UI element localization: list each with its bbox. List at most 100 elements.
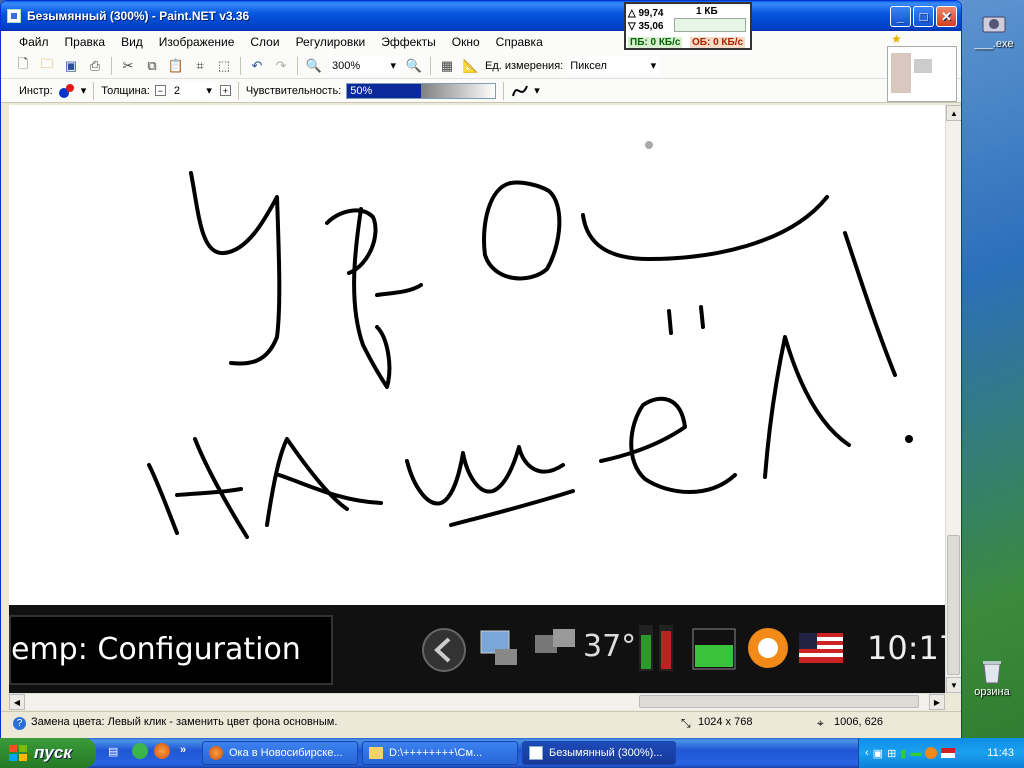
undo-icon[interactable]: ↶ <box>247 56 267 76</box>
cursor-position: 1006, 626 <box>834 716 883 728</box>
crop-icon[interactable]: ⌗ <box>190 56 210 76</box>
horizontal-scroll-thumb[interactable] <box>639 695 919 708</box>
open-folder-icon[interactable]: 🗀 <box>37 56 57 76</box>
redo-icon[interactable]: ↷ <box>271 56 291 76</box>
tool-label: Инстр: <box>19 84 53 97</box>
scroll-left-arrow[interactable]: ◀ <box>9 694 25 710</box>
desktop-icon-exe[interactable]: ___.exe <box>964 8 1024 50</box>
thumbnail-preview <box>891 53 911 93</box>
main-toolbar: 🗋 🗀 ▣ ⎙ ✂ ⧉ 📋 ⌗ ⬚ ↶ ↷ 🔍 300% ▾ 🔍 ▦ 📐 Ед.… <box>1 53 961 79</box>
task-folder[interactable]: D:\++++++++\См... <box>362 741 518 765</box>
quicklaunch-firefox-icon[interactable] <box>154 743 170 759</box>
zoom-in-icon[interactable]: 🔍 <box>404 56 424 76</box>
maximize-button[interactable]: □ <box>913 6 934 27</box>
antialias-curve-icon[interactable] <box>511 83 529 99</box>
scroll-up-arrow[interactable]: ▲ <box>946 105 961 121</box>
sensitivity-slider[interactable]: 50% <box>346 82 497 99</box>
recolor-tool-icon[interactable] <box>58 83 76 99</box>
paste-icon[interactable]: 📋 <box>166 56 186 76</box>
zoom-out-icon[interactable]: 🔍 <box>304 56 324 76</box>
drawing-canvas[interactable]: emp: Configuration 37° 10:17 <box>9 105 945 693</box>
tray-battery-icon[interactable]: ▬ <box>910 747 921 759</box>
quicklaunch-desktop-icon[interactable]: ▤ <box>108 745 118 758</box>
save-icon[interactable]: ▣ <box>61 56 81 76</box>
copy-icon[interactable]: ⧉ <box>142 56 162 76</box>
minimize-button[interactable]: _ <box>890 6 911 27</box>
image-thumbnail[interactable] <box>887 46 957 102</box>
status-hint: Замена цвета: Левый клик - заменить цвет… <box>31 716 338 728</box>
embedded-battery-icon <box>692 628 736 670</box>
new-file-icon[interactable]: 🗋 <box>13 56 33 76</box>
menu-edit[interactable]: Правка <box>57 35 114 49</box>
close-button[interactable]: ✕ <box>936 6 957 27</box>
task-paintnet-label: Безымянный (300%)... <box>549 747 663 759</box>
units-value: Пиксел <box>570 59 607 72</box>
embedded-network-icon <box>535 629 575 653</box>
quicklaunch-more-icon[interactable]: » <box>180 744 186 756</box>
grid-icon[interactable]: ▦ <box>437 56 457 76</box>
tray-computer-icon[interactable]: ▣ <box>873 747 883 760</box>
toolbar-separator <box>237 81 239 100</box>
width-select[interactable]: 2 ▾ <box>170 81 215 100</box>
embedded-temp: 37° <box>583 629 637 664</box>
start-label: пуск <box>34 743 72 762</box>
task-paintnet[interactable]: Безымянный (300%)... <box>522 741 676 765</box>
vertical-scroll-thumb[interactable] <box>947 535 960 675</box>
chevron-down-icon[interactable]: ▾ <box>81 84 87 97</box>
task-firefox[interactable]: Ока в Новосибирске... <box>202 741 358 765</box>
width-increase-button[interactable]: + <box>219 85 231 96</box>
width-value: 2 <box>173 84 180 97</box>
tool-options-bar: Инстр: ▾ Толщина: − 2 ▾ + Чувствительнос… <box>1 79 961 103</box>
width-decrease-button[interactable]: − <box>154 85 166 96</box>
desktop-icon-recycle-label: орзина <box>974 686 1010 698</box>
menu-window[interactable]: Окно <box>444 35 488 49</box>
rulers-icon[interactable]: 📐 <box>461 56 481 76</box>
net-pb: ПБ: 0 КБ/с <box>628 37 683 48</box>
tray-clock[interactable]: 11:43 <box>987 747 1014 759</box>
menu-file[interactable]: Файл <box>11 35 57 49</box>
menu-help[interactable]: Справка <box>488 35 551 49</box>
vertical-scrollbar[interactable]: ▲ ▼ <box>945 105 961 693</box>
tray-collapse-icon[interactable]: ‹ <box>865 747 869 759</box>
menu-layers[interactable]: Слои <box>242 35 287 49</box>
start-button[interactable]: пуск <box>0 738 96 768</box>
menu-image[interactable]: Изображение <box>151 35 243 49</box>
toolbar-separator <box>297 56 298 75</box>
embedded-cpu-meter-icon <box>639 625 673 671</box>
units-select[interactable]: Пиксел ▾ <box>567 56 660 75</box>
deselect-icon[interactable]: ⬚ <box>214 56 234 76</box>
menu-adjustments[interactable]: Регулировки <box>288 35 374 49</box>
cut-icon[interactable]: ✂ <box>118 56 138 76</box>
net-scale: 1 КБ <box>696 6 718 17</box>
desktop-icon-exe-label: ___.exe <box>974 38 1014 50</box>
folder-icon <box>369 747 383 759</box>
handwritten-drawing <box>147 141 913 539</box>
width-label: Толщина: <box>101 84 150 97</box>
zoom-select[interactable]: 300% ▾ <box>328 56 400 75</box>
scroll-down-arrow[interactable]: ▼ <box>946 677 961 693</box>
cursor-pos-icon: ⌖ <box>817 716 824 730</box>
tray-network-icon[interactable]: ⊞ <box>887 747 896 760</box>
app-icon <box>7 9 21 23</box>
help-icon: ? <box>13 717 26 730</box>
net-ob: ОБ: 0 КБ/с <box>690 37 746 48</box>
menu-effects[interactable]: Эффекты <box>373 35 444 49</box>
quicklaunch-green-icon[interactable] <box>132 743 148 759</box>
toolbar-separator <box>503 81 505 100</box>
tray-orange-icon[interactable] <box>925 747 938 759</box>
print-icon[interactable]: ⎙ <box>85 56 105 76</box>
chevron-down-icon[interactable]: ▾ <box>534 84 540 97</box>
desktop-icon-recycle-bin[interactable]: орзина <box>960 656 1024 698</box>
menu-view[interactable]: Вид <box>113 35 151 49</box>
tray-flag-icon[interactable] <box>941 748 956 758</box>
toolbar-separator <box>93 81 95 100</box>
net-download: ▽ 35,06 <box>628 21 664 32</box>
favorite-star-icon[interactable]: ★ <box>891 32 902 46</box>
scroll-right-arrow[interactable]: ▶ <box>929 694 945 710</box>
sensitivity-fill: 50% <box>347 83 422 98</box>
horizontal-scrollbar[interactable]: ◀ ▶ <box>9 693 945 710</box>
net-meter-widget: △ 99,74 ▽ 35,06 1 КБ ПБ: 0 КБ/с ОБ: 0 КБ… <box>624 2 752 50</box>
window-title: Безымянный (300%) - Paint.NET v3.36 <box>27 9 250 23</box>
title-bar[interactable]: Безымянный (300%) - Paint.NET v3.36 _ □ … <box>1 1 961 31</box>
tray-monitor-icon[interactable]: ▮ <box>900 747 906 760</box>
